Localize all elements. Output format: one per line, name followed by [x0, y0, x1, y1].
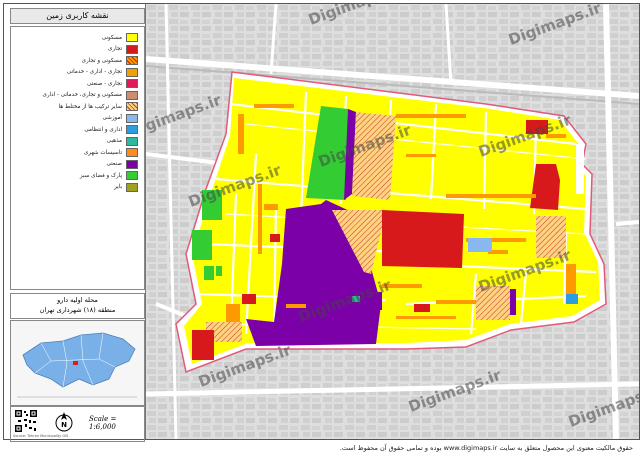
legend-item: آموزشی — [102, 113, 138, 123]
legend-label: بایر — [114, 184, 122, 190]
legend-item: تجاری — [108, 44, 138, 54]
qr-code-icon — [14, 409, 38, 433]
commercial-landuse — [270, 234, 280, 242]
legend-item: بایر — [114, 182, 138, 192]
map-view[interactable]: · Digimaps.ir Digimaps.ir Digimaps.ir Digim… — [146, 4, 639, 439]
legend-label: مسکونی و تجاری، خدماتی - اداری — [42, 92, 122, 98]
legend-item: پارک و فضای سبز — [80, 171, 138, 180]
admin-landuse — [566, 294, 578, 304]
park-landuse — [204, 266, 214, 280]
commercial-landuse — [242, 294, 256, 304]
legend-swatch — [126, 182, 138, 192]
legend-label: مذهبی — [106, 138, 122, 144]
educational-landuse — [468, 238, 492, 252]
legend-swatch — [126, 67, 138, 77]
locator-map — [10, 320, 145, 406]
svg-text:N: N — [61, 421, 67, 429]
legend-item: تجاری - صنعتی — [87, 79, 138, 88]
legend-box: مسکونی تجاری مسکونی و تجاری تجاری - اداری -… — [10, 26, 145, 290]
neighborhood-name: محله اولیه دارو — [57, 296, 98, 304]
legend-item: تجاری - اداری - خدماتی — [66, 67, 138, 77]
legend-swatch — [126, 171, 138, 180]
legend-label: تجاری — [108, 46, 122, 52]
legend-swatch — [126, 136, 138, 146]
legend-panel: نقشه کاربری زمین مسکونی تجاری مسکونی و تجا… — [4, 4, 146, 442]
legend-label: سایر ترکیب ها از مختلط ها — [58, 103, 122, 110]
legend-swatch — [126, 56, 138, 65]
north-arrow-icon: N — [55, 412, 73, 432]
legend-label: صنعتی — [106, 161, 123, 167]
credit-text: Source: Tehran Municipality GIS — [13, 434, 69, 438]
legend-label: پارک و فضای سبز — [79, 172, 122, 179]
legend-item: مسکونی — [102, 33, 138, 42]
legend-item: سایر ترکیب ها از مختلط ها — [59, 102, 138, 111]
legend-label: تجاری - اداری - خدماتی — [66, 69, 122, 75]
legend-label: آموزشی — [102, 115, 123, 121]
legend-swatch — [126, 44, 138, 54]
commercial-landuse — [414, 304, 430, 312]
park-landuse — [216, 266, 222, 276]
legend-item: مسکونی و تجاری، خدماتی - اداری — [42, 90, 138, 100]
street-strip — [576, 144, 584, 194]
tehran-outline — [17, 332, 137, 398]
legend-item: مذهبی — [106, 136, 138, 146]
legend-swatch — [126, 113, 138, 123]
commercial-landuse — [382, 210, 464, 268]
legend-swatch — [126, 159, 138, 169]
legend-swatch — [126, 90, 138, 100]
legend-label: مسکونی — [101, 34, 122, 41]
legend-label: اداری و انتظامی — [84, 126, 122, 133]
legend-label: تجاری - صنعتی — [86, 80, 122, 87]
legend-item: صنعتی — [106, 159, 138, 169]
legend-swatch — [126, 102, 138, 111]
scale-box: N Scale = 1:6,000 Source: Tehran Municip… — [10, 406, 145, 442]
park-landuse — [192, 230, 212, 260]
legend-swatch — [126, 33, 138, 42]
legend-label: مسکونی و تجاری — [81, 57, 122, 64]
legend-item: تاسیسات شهری — [84, 148, 138, 157]
legend-swatch — [126, 148, 138, 157]
info-box: محله اولیه دارو منطقه (۱۸) شهرداری تهران — [10, 293, 145, 319]
legend-swatch — [126, 125, 138, 134]
district-name: منطقه (۱۸) شهرداری تهران — [39, 306, 116, 314]
copyright-footer: حقوق مالکیت معنوی این محصول متعلق به سای… — [339, 444, 633, 452]
legend-title: نقشه کاربری زمین — [10, 8, 145, 24]
legend-item: اداری و انتظامی — [84, 125, 138, 134]
legend-label: تاسیسات شهری — [83, 149, 122, 156]
commercial-landuse — [192, 330, 214, 360]
legend-swatch — [126, 79, 138, 88]
scale-label: Scale = 1:6,000 — [89, 415, 117, 431]
legend-item: مسکونی و تجاری — [82, 56, 138, 65]
